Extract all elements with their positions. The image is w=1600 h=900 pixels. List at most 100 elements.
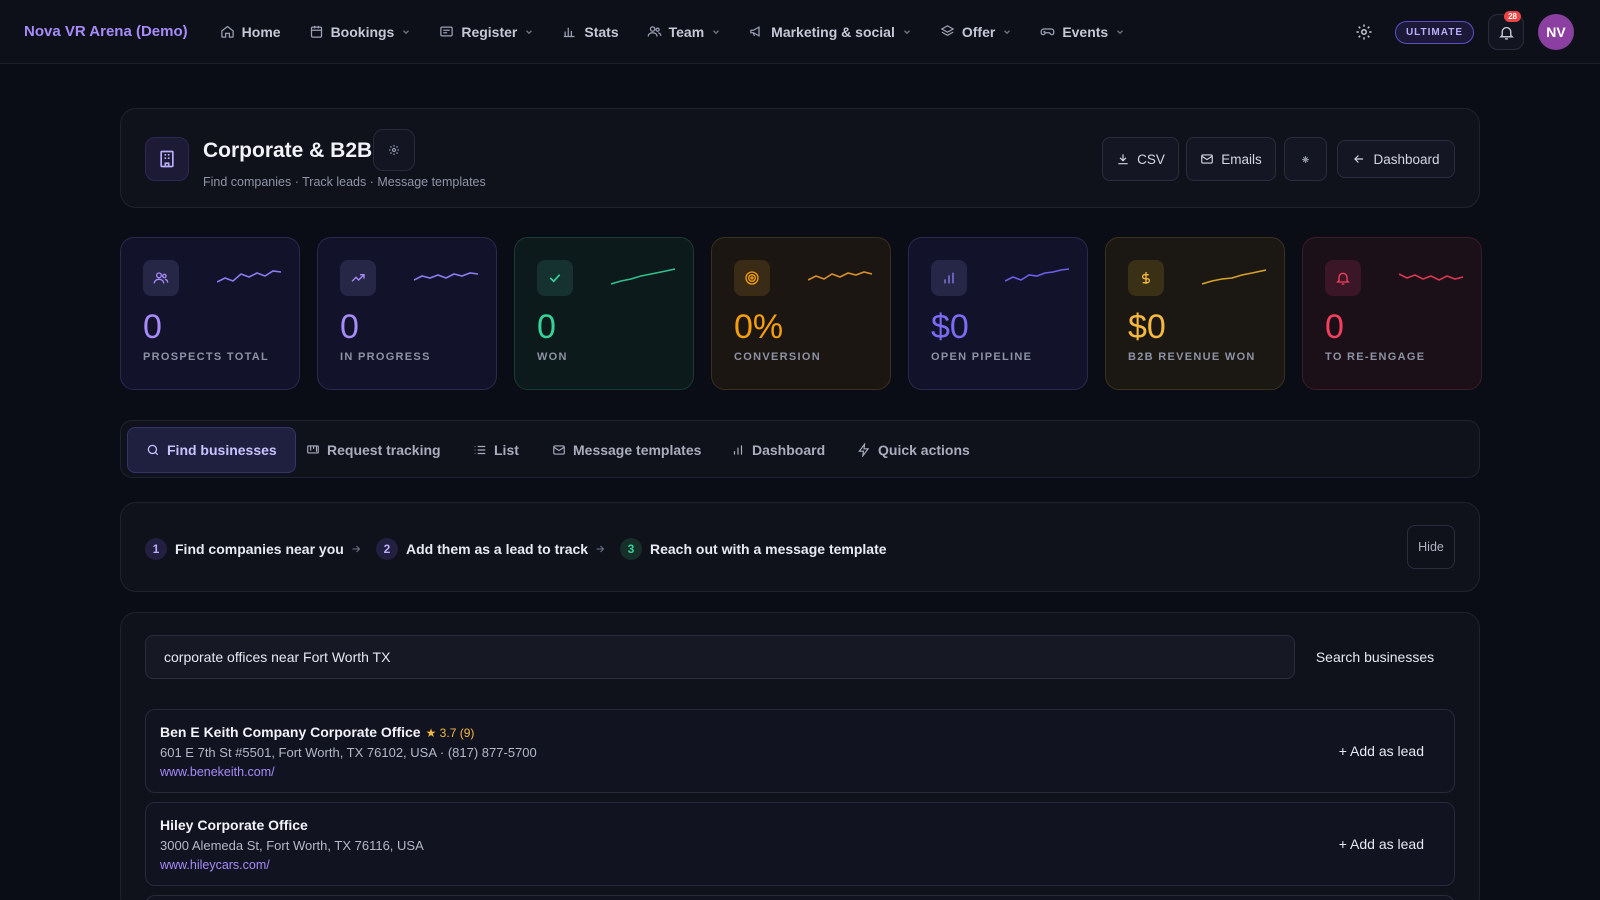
- page-title: Corporate & B2B: [203, 139, 373, 162]
- nav-register[interactable]: Register: [425, 0, 548, 64]
- tab-label: Request tracking: [327, 442, 441, 458]
- brand-name[interactable]: Nova VR Arena (Demo): [24, 23, 188, 40]
- result-website-link[interactable]: www.benekeith.com/: [160, 765, 275, 779]
- top-nav: Nova VR Arena (Demo) Home Bookings Regis…: [0, 0, 1600, 64]
- tab-label: List: [494, 442, 519, 458]
- nav-label: Offer: [961, 23, 996, 40]
- hide-steps-button[interactable]: Hide: [1407, 525, 1455, 569]
- nav-bookings[interactable]: Bookings: [295, 0, 426, 64]
- more-options-button[interactable]: [1284, 137, 1327, 181]
- add-as-lead-button[interactable]: + Add as lead: [1339, 836, 1424, 852]
- dollar-icon-tile: [1128, 260, 1164, 296]
- chevron-down-icon: [1117, 29, 1124, 34]
- page-settings-button[interactable]: [373, 129, 415, 171]
- nav-team[interactable]: Team: [633, 0, 736, 64]
- sparkline: [414, 272, 478, 281]
- sparkline: [217, 270, 281, 283]
- step-number: 1: [145, 538, 167, 560]
- notifications-button[interactable]: 28: [1488, 11, 1524, 50]
- step-label: Add them as a lead to track: [406, 541, 589, 557]
- business-search-input[interactable]: [145, 635, 1295, 679]
- nav-events[interactable]: Events: [1026, 0, 1139, 64]
- sparkline: [1202, 269, 1266, 285]
- target-icon: [745, 271, 759, 285]
- plan-badge: ULTIMATE: [1394, 20, 1474, 44]
- result-name-text: Ben E Keith Company Corporate Office: [160, 724, 421, 740]
- arrow-right-icon: [352, 545, 361, 553]
- result-item: [145, 895, 1455, 900]
- bell-icon-tile: [1325, 260, 1361, 296]
- stat-value: 0: [1325, 308, 1344, 346]
- check-icon-tile: [537, 260, 573, 296]
- stat-label: IN PROGRESS: [340, 351, 431, 363]
- csv-button-label: CSV: [1137, 151, 1165, 167]
- nav-marketing[interactable]: Marketing & social: [735, 0, 926, 64]
- list-icon: [474, 445, 486, 455]
- arrow-right-icon: [596, 545, 605, 553]
- stat-card-conversion: 0% CONVERSION: [711, 237, 891, 390]
- nav-home[interactable]: Home: [206, 0, 295, 64]
- result-website-link[interactable]: www.hileycars.com/: [160, 858, 270, 872]
- download-icon: [1118, 154, 1128, 165]
- megaphone-icon: [750, 26, 760, 37]
- sparkline: [808, 271, 872, 281]
- tab-list[interactable]: List: [455, 427, 537, 473]
- step-label: Find companies near you: [175, 541, 344, 557]
- bell-icon: [1336, 272, 1350, 285]
- nav-offer[interactable]: Offer: [926, 0, 1026, 64]
- nav-label: Register: [461, 23, 518, 40]
- emails-button[interactable]: Emails: [1186, 137, 1276, 181]
- settings-button[interactable]: [1347, 15, 1381, 49]
- register-icon: [440, 26, 454, 37]
- nav-label: Marketing & social: [771, 23, 895, 40]
- dollar-icon: [1142, 272, 1150, 284]
- stat-label: WON: [537, 351, 568, 363]
- onboarding-steps: 1 Find companies near you 2 Add them as …: [120, 502, 1480, 592]
- tab-dashboard[interactable]: Dashboard: [713, 427, 843, 473]
- nav-label: Stats: [584, 23, 619, 40]
- bell-icon: [1498, 26, 1514, 40]
- building-icon-tile: [145, 137, 189, 181]
- users-icon: [153, 272, 169, 284]
- nav-label: Home: [241, 23, 281, 40]
- target-icon-tile: [734, 260, 770, 296]
- nav-stats[interactable]: Stats: [548, 0, 632, 64]
- result-name-text: Hiley Corporate Office: [160, 817, 308, 833]
- result-name: Hiley Corporate Office: [160, 817, 308, 833]
- mail-icon: [1201, 154, 1214, 164]
- add-as-lead-button[interactable]: + Add as lead: [1339, 743, 1424, 759]
- chevron-down-icon: [903, 29, 910, 34]
- stat-label: PROSPECTS TOTAL: [143, 351, 270, 363]
- business-search-panel: Search businesses Ben E Keith Company Co…: [120, 612, 1480, 900]
- step-2: 2 Add them as a lead to track: [376, 538, 588, 560]
- lightning-icon: [858, 443, 870, 457]
- tab-request-tracking[interactable]: Request tracking: [288, 427, 459, 473]
- gamepad-icon: [1040, 28, 1055, 36]
- step-3: 3 Reach out with a message template: [620, 538, 887, 560]
- page-header-card: Corporate & B2B Find companies · Track l…: [120, 108, 1480, 208]
- result-address: 601 E 7th St #5501, Fort Worth, TX 76102…: [160, 745, 537, 760]
- stat-label: TO RE-ENGAGE: [1325, 351, 1426, 363]
- dashboard-back-button[interactable]: Dashboard: [1337, 140, 1455, 178]
- tab-quick-actions[interactable]: Quick actions: [839, 427, 988, 473]
- avatar[interactable]: NV: [1538, 14, 1574, 50]
- nav-right: ULTIMATE 28 NV: [1347, 0, 1574, 64]
- chevron-down-icon: [526, 29, 533, 34]
- step-1: 1 Find companies near you: [145, 538, 344, 560]
- step-label: Reach out with a message template: [650, 541, 887, 557]
- stat-card-b2b-revenue-won: $0 B2B REVENUE WON: [1105, 237, 1285, 390]
- sparkle-icon: [1302, 155, 1309, 163]
- trending-up-icon-tile: [340, 260, 376, 296]
- users-icon: [647, 26, 661, 37]
- dashboard-button-label: Dashboard: [1373, 151, 1440, 167]
- bar-chart-icon: [944, 272, 954, 284]
- tab-message-templates[interactable]: Message templates: [534, 427, 719, 473]
- gear-icon: [389, 145, 399, 155]
- result-item: Ben E Keith Company Corporate Office ★ 3.…: [145, 709, 1455, 793]
- stat-value: 0: [537, 308, 556, 346]
- sparkline: [1005, 268, 1069, 282]
- search-businesses-button[interactable]: Search businesses: [1295, 635, 1455, 679]
- tab-find-businesses[interactable]: Find businesses: [127, 427, 296, 473]
- csv-button[interactable]: CSV: [1102, 137, 1179, 181]
- chevron-down-icon: [403, 29, 410, 34]
